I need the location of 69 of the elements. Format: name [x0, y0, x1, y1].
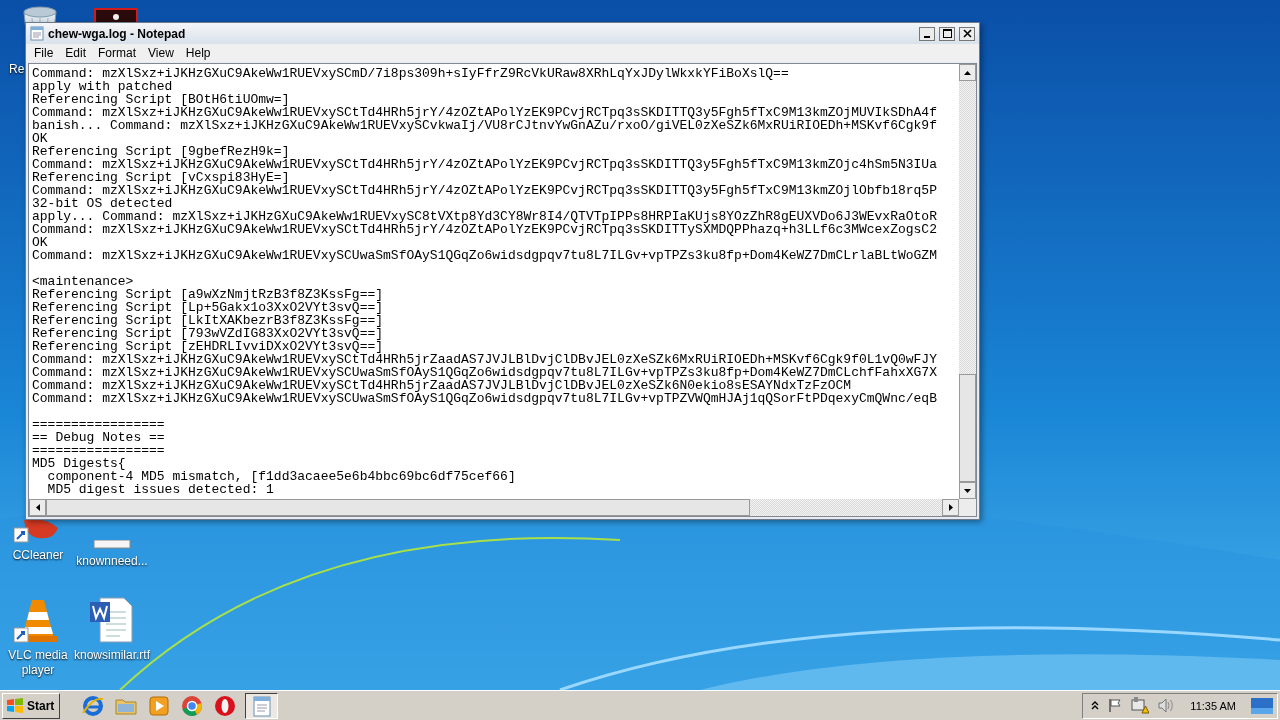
show-desktop-icon[interactable]: [1251, 697, 1273, 714]
log-line: apply with patched: [32, 80, 173, 93]
log-line: <maintenance>: [32, 275, 134, 288]
log-line: Command: mzXlSxz+iJKHzGXuC9AkeWw1RUEVxySCtTd4HRh5jrY/4zOZtAPolYzEK9PCvjRCTpq3sSKDITTQ3y5Fgh5fTxC9M13kmZOjlObfb18rq5P: [32, 184, 937, 197]
log-line: Referencing Script [zEHDRLIvviDXxO2VYt3svQ==]: [32, 340, 384, 353]
maximize-icon: [942, 29, 952, 38]
log-line: Command: mzXlSxz+iJKHzGXuC9AkeWw1RUEVxySCtTd4HRh5jrZaadAS7JVJLBlDvjClDBvJEL0zXeSZk6N0ekio8sESAYNdxTzFzOCM: [32, 379, 852, 392]
scroll-left-icon[interactable]: [35, 504, 40, 511]
media-player-icon[interactable]: [147, 694, 170, 717]
clock[interactable]: 11:35 AM: [1190, 699, 1236, 712]
chrome-icon[interactable]: [180, 694, 203, 717]
scroll-down-icon[interactable]: [964, 488, 971, 493]
log-line: == Debug Notes ==: [32, 431, 165, 444]
log-line: Referencing Script [BOtH6tiUOmw=]: [32, 93, 290, 106]
log-line: banish... Command: mzXlSxz+iJKHzGXuC9AkeWw1RUEVxySCvkwaIj/VU8rCJtnvYwGnAZu/rxoO/giVEL0zXeSZk6MxRUiRIOEDh+MSKvf6Cgk9f: [32, 119, 937, 132]
size-grip[interactable]: [959, 499, 976, 516]
log-line: Command: mzXlSxz+iJKHzGXuC9AkeWw1RUEVxySCtTd4HRh5jrY/4zOZtAPolYzEK9PCvjRCTpq3sSKDITTySXMDQPPhazq+h3LLf6c3MWcexZogsC2: [32, 223, 937, 236]
speaker-icon[interactable]: [1158, 698, 1176, 713]
word-document-icon: [88, 596, 136, 644]
close-button[interactable]: [959, 26, 975, 41]
log-line: Referencing Script [Lp+5Gakx1o3XxO2VYt3svQ==]: [32, 301, 384, 314]
log-line: Command: mzXlSxz+iJKHzGXuC9AkeWw1RUEVxySCUwaSmSfOAyS1QGqZo6widsdgpqv7tu8L7ILGv+vpTPZs3ku8fp+Dom4KeWZ7DmCLrlaBLtWoGZM: [32, 249, 937, 262]
log-line: Referencing Script [9gbefRezH9k=]: [32, 145, 290, 158]
vertical-scrollbar[interactable]: [959, 64, 976, 499]
log-line: Referencing Script [a9wXzNmjtRzB3f8Z3KssFg==]: [32, 288, 384, 301]
chevron-up-icon[interactable]: [1091, 701, 1100, 710]
log-line: =================: [32, 444, 165, 457]
menu-item[interactable]: Format: [92, 46, 143, 60]
horizontal-scrollbar[interactable]: [29, 499, 959, 516]
globe-icon[interactable]: [81, 694, 104, 717]
log-line: MD5 digest issues detected: 1: [46, 483, 274, 496]
notepad-icon[interactable]: [250, 694, 273, 717]
start-button[interactable]: Start: [2, 692, 61, 719]
log-line: Command: mzXlSxz+iJKHzGXuC9AkeWw1RUEVxySCtTd4HRh5jrY/4zOZtAPolYzEK9PCvjRCTpq3sSKDITTQ3y5Fgh5fTxC9M13kmZOjc4hSm5N3IUa: [32, 158, 937, 171]
log-line: Referencing Script [LkItXAKbezrB3f8Z3KssFg==]: [32, 314, 384, 327]
minimize-icon: [924, 35, 930, 38]
scroll-right-icon[interactable]: [948, 504, 953, 511]
menu-item[interactable]: File: [28, 46, 60, 60]
window-title: chew-wga.log - Notepad: [48, 26, 187, 41]
opera-icon[interactable]: [213, 694, 236, 717]
menu-item[interactable]: Help: [179, 46, 217, 60]
network-warning-icon[interactable]: [1131, 697, 1150, 714]
log-line: 32-bit OS detected: [32, 197, 173, 210]
log-line: =================: [32, 418, 165, 431]
text-area[interactable]: [28, 63, 977, 517]
icon-label[interactable]: Re: [9, 62, 25, 77]
close-icon: [962, 29, 972, 38]
log-line: Referencing Script [vCxspi83HyE=]: [32, 171, 290, 184]
log-line: Command: mzXlSxz+iJKHzGXuC9AkeWw1RUEVxySCtTd4HRh5jrY/4zOZtAPolYzEK9PCvjRCTpq3sSKDITTQ3y5Fgh5fTxC9M13kmZOjMUVIkSDhA4f: [32, 106, 937, 119]
maximize-button[interactable]: [939, 26, 955, 41]
log-line: apply... Command: mzXlSxz+iJKHzGXuC9AkeWw1RUEVxySC8tVXtp8Yd3CY8Wr8I4/QTVTpIPPs8HRPIaKUjs8YOzZhR8gEUXVDo6J3WEvxRaOtoR: [32, 210, 937, 223]
windows-logo-icon: [6, 697, 24, 714]
log-line: Command: mzXlSxz+iJKHzGXuC9AkeWw1RUEVxySCmD/7i8ps309h+sIyFfrZ9RcVkURaw8XRhLqYxJDylWkxkYFiBoXslQ==: [32, 67, 789, 80]
log-line: Command: mzXlSxz+iJKHzGXuC9AkeWw1RUEVxySCUwaSmSfOAyS1QGqZo6widsdgpqv7tu8L7ILGv+vpTPZs3ku8fp+Dom4KeWZ7DmCLchfFahxXG7X: [32, 366, 937, 379]
notepad-icon: [30, 26, 44, 41]
menu-item[interactable]: Edit: [59, 46, 93, 60]
scroll-thumb[interactable]: [46, 499, 750, 516]
log-line: Command: mzXlSxz+iJKHzGXuC9AkeWw1RUEVxySCUwaSmSfOAyS1QGqZo6widsdgpqv7tu8L7ILGv+vpTPZVWQmHJAj1qQSorFtPDqexyCmQWnc/eqB: [32, 392, 937, 405]
log-line: OK: [32, 132, 48, 145]
log-line: component-4 MD5 mismatch, [f1dd3acaee5e6b4bbc69bc6df75cef66]: [46, 470, 516, 483]
log-line: MD5 Digests{: [32, 457, 126, 470]
log-line: OK: [32, 236, 48, 249]
flag-icon[interactable]: [1108, 698, 1123, 713]
log-line: Command: mzXlSxz+iJKHzGXuC9AkeWw1RUEVxySCtTd4HRh5jrZaadAS7JVJLBlDvjClDBvJEL0zXeSZk6MxRUiRIOEDh+MSKvf6Cgk9f0L1vQ0wFJY: [32, 353, 937, 366]
minimize-button[interactable]: [919, 26, 935, 41]
log-line: Referencing Script [793wVZdIG83XxO2VYt3svQ==]: [32, 327, 384, 340]
scroll-thumb[interactable]: [959, 374, 976, 482]
menu-item[interactable]: View: [142, 46, 180, 60]
scroll-up-icon[interactable]: [964, 70, 971, 75]
